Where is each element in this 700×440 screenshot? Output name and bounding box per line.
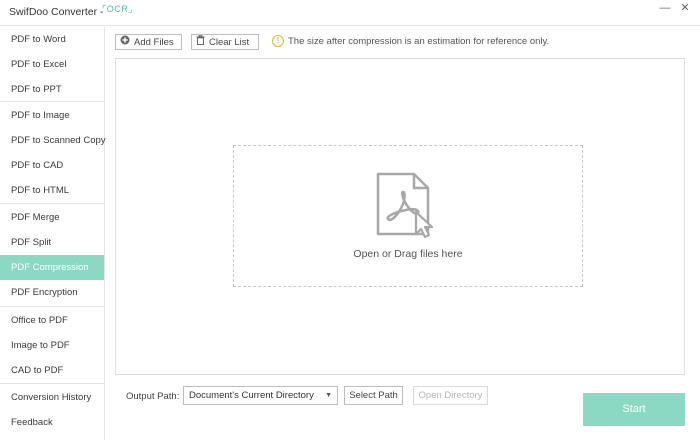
open-directory-button[interactable]: Open Directory xyxy=(413,386,488,405)
ocr-label: OCR xyxy=(106,4,129,14)
sidebar-item-pdf-to-excel[interactable]: PDF to Excel xyxy=(0,52,104,77)
sidebar-item-pdf-encryption[interactable]: PDF Encryption xyxy=(0,280,104,305)
info-warning-icon: ! xyxy=(272,35,284,47)
add-files-label: Add Files xyxy=(134,37,174,49)
sidebar-item-pdf-to-html[interactable]: PDF to HTML xyxy=(0,178,104,203)
sidebar-item-pdf-to-ppt[interactable]: PDF to PPT xyxy=(0,77,104,102)
select-path-button[interactable]: Select Path xyxy=(344,386,403,405)
sidebar-item-pdf-to-cad[interactable]: PDF to CAD xyxy=(0,153,104,178)
minimize-button[interactable]: — xyxy=(657,0,673,16)
trash-icon xyxy=(196,34,205,50)
start-button[interactable]: Start xyxy=(583,393,685,426)
clear-list-button[interactable]: Clear List xyxy=(191,34,259,50)
sidebar-item-pdf-to-image[interactable]: PDF to Image xyxy=(0,103,104,128)
sidebar-item-cad-to-pdf[interactable]: CAD to PDF xyxy=(0,358,104,383)
drop-zone[interactable]: Open or Drag files here xyxy=(233,145,583,287)
sidebar-item-pdf-merge[interactable]: PDF Merge xyxy=(0,205,104,230)
pdf-file-icon xyxy=(376,172,438,240)
sidebar-divider xyxy=(0,306,104,307)
ocr-badge[interactable]: ⌜OCR⌟ xyxy=(102,4,133,15)
output-path-label: Output Path: xyxy=(126,391,180,402)
sidebar-divider xyxy=(0,203,104,204)
add-files-button[interactable]: Add Files xyxy=(115,34,182,50)
sidebar-item-office-to-pdf[interactable]: Office to PDF xyxy=(0,308,104,333)
app-title: SwifDoo Converter - xyxy=(9,6,104,18)
compression-note: The size after compression is an estimat… xyxy=(288,36,550,47)
title-bar: SwifDoo Converter - ⌜OCR⌟ — ✕ xyxy=(0,0,700,26)
sidebar-item-pdf-compression[interactable]: PDF Compression xyxy=(0,255,104,280)
drop-zone-label: Open or Drag files here xyxy=(353,248,463,260)
sidebar-item-image-to-pdf[interactable]: Image to PDF xyxy=(0,333,104,358)
sidebar-item-pdf-to-word[interactable]: PDF to Word xyxy=(0,27,104,52)
sidebar-divider xyxy=(0,101,104,102)
sidebar-item-conversion-history[interactable]: Conversion History xyxy=(0,385,104,410)
clear-list-label: Clear List xyxy=(209,37,250,49)
sidebar-divider xyxy=(0,383,104,384)
chevron-down-icon: ▼ xyxy=(325,392,332,399)
sidebar-item-feedback[interactable]: Feedback xyxy=(0,410,104,435)
plus-circle-icon xyxy=(120,35,130,50)
output-path-value: Document's Current Directory xyxy=(189,390,314,401)
sidebar-item-pdf-split[interactable]: PDF Split xyxy=(0,230,104,255)
sidebar-item-pdf-to-scanned-copy[interactable]: PDF to Scanned Copy xyxy=(0,128,106,153)
output-path-select[interactable]: Document's Current Directory ▼ xyxy=(183,386,338,405)
close-button[interactable]: ✕ xyxy=(677,0,693,16)
sidebar: PDF to Word PDF to Excel PDF to PPT PDF … xyxy=(0,27,106,440)
